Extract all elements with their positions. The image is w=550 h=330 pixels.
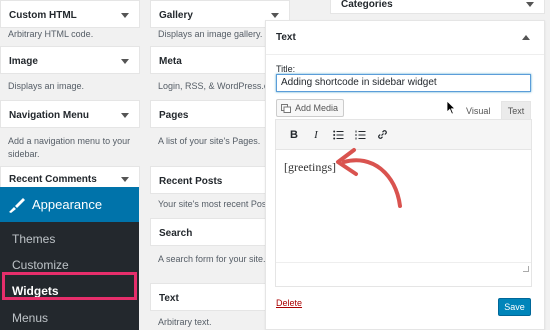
submenu-item-themes[interactable]: Themes [12, 232, 55, 246]
admin-menu: Appearance Themes Customize Widgets Menu… [0, 187, 139, 330]
caret-down-icon[interactable] [271, 12, 279, 18]
widget-title: Recent Comments [9, 173, 97, 185]
submenu-item-menus[interactable]: Menus [12, 311, 48, 325]
widget-image[interactable]: Image [0, 46, 140, 74]
paintbrush-icon [9, 197, 25, 213]
widget-title: Search [159, 227, 193, 239]
widget-title: Recent Posts [159, 175, 223, 187]
widget-navigation-menu[interactable]: Navigation Menu [0, 100, 140, 128]
widget-description: Add a navigation menu to your sidebar. [8, 136, 131, 159]
caret-down-icon[interactable] [121, 176, 129, 182]
tab-text[interactable]: Text [501, 101, 531, 120]
highlight-box [2, 272, 137, 300]
title-input[interactable]: Adding shortcode in sidebar widget [276, 74, 531, 92]
widget-description: Your site's most recent Posts. [158, 199, 276, 209]
widget-title: Gallery [159, 9, 193, 21]
add-media-label: Add Media [295, 103, 339, 113]
widget-title: Navigation Menu [9, 109, 90, 121]
widget-description: Login, RSS, & WordPress.org [158, 81, 277, 91]
widget-description: Displays an image gallery. [158, 29, 263, 39]
text-widget-title: Text [276, 32, 296, 43]
caret-down-icon[interactable] [121, 12, 129, 18]
submenu-item-customize[interactable]: Customize [12, 258, 69, 272]
caret-down-icon[interactable] [526, 1, 534, 7]
widget-title: Pages [159, 109, 189, 121]
resize-handle-icon[interactable] [523, 266, 529, 272]
sidebar-area-categories[interactable]: Categories [330, 0, 545, 14]
add-media-button[interactable]: Add Media [276, 99, 344, 117]
widget-title: Text [159, 292, 179, 304]
save-button[interactable]: Save [498, 298, 531, 316]
caret-up-icon[interactable] [522, 35, 530, 40]
tab-visual[interactable]: Visual [462, 104, 494, 118]
caret-down-icon[interactable] [121, 58, 129, 64]
text-widget-header[interactable]: Text [266, 21, 544, 55]
title-label: Title: [276, 64, 296, 74]
widget-description: Displays an image. [8, 81, 85, 91]
widget-custom-html[interactable]: Custom HTML [0, 0, 140, 28]
caret-down-icon[interactable] [121, 112, 129, 118]
sidebar-area-title: Categories [341, 0, 393, 10]
add-media-icon [281, 103, 291, 113]
widget-description: A list of your site's Pages. [158, 136, 261, 146]
appearance-menu-item[interactable]: Appearance [0, 187, 139, 222]
widget-description: A search form for your site. [158, 254, 266, 264]
annotation-arrow-icon [336, 148, 402, 208]
appearance-label: Appearance [32, 197, 103, 212]
mouse-cursor-icon [446, 100, 456, 115]
delete-link[interactable]: Delete [276, 298, 302, 308]
widget-description: Arbitrary text. [158, 317, 212, 327]
widget-title: Image [9, 55, 38, 67]
widget-description: Arbitrary HTML code. [8, 29, 94, 39]
editor-status-bar [276, 262, 531, 274]
widget-title: Meta [159, 55, 182, 67]
widget-title: Custom HTML [9, 9, 77, 21]
